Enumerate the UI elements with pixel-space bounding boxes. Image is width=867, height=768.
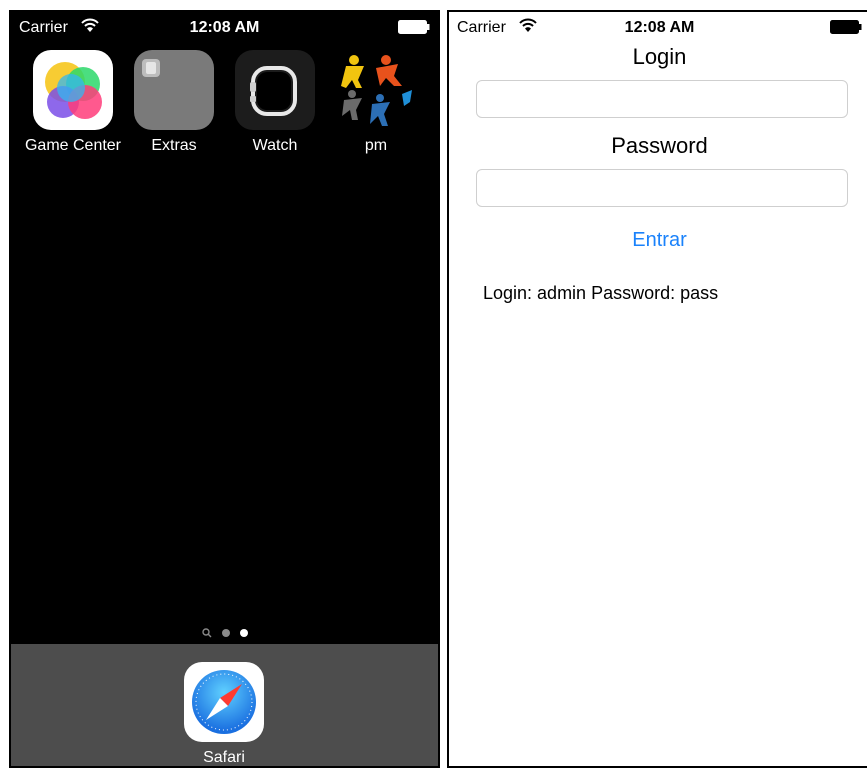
app-label: Safari	[203, 749, 245, 766]
password-input[interactable]	[476, 169, 848, 207]
game-center-icon	[33, 50, 113, 130]
app-watch[interactable]: Watch	[225, 50, 325, 155]
login-label: Login	[632, 44, 687, 69]
status-bar: Carrier 12:08 AM	[11, 12, 438, 44]
safari-compass-icon	[184, 662, 264, 742]
dock: Safari	[11, 644, 438, 766]
folder-icon	[134, 50, 214, 130]
battery-icon	[398, 20, 430, 34]
watch-icon	[235, 50, 315, 130]
app-label: pm	[364, 137, 388, 154]
app-label: Game Center	[24, 137, 122, 154]
password-label: Password	[611, 133, 708, 158]
login-screen: Carrier 12:08 AM Login Password Entrar L…	[447, 10, 867, 768]
app-safari[interactable]: Safari	[174, 662, 274, 766]
home-screen: Carrier 12:08 AM Game Center Extras Watc…	[9, 10, 440, 768]
spotlight-search-icon	[201, 628, 211, 638]
login-input[interactable]	[476, 80, 848, 118]
clock: 12:08 AM	[189, 19, 260, 36]
page-dot	[221, 629, 230, 637]
entrar-button[interactable]: Entrar	[449, 228, 867, 253]
battery-icon	[830, 20, 862, 34]
app-label: Extras	[151, 137, 197, 154]
sports-players-icon	[336, 50, 416, 130]
app-label: Watch	[252, 137, 298, 154]
app-pm[interactable]: pm	[326, 50, 426, 155]
clock: 12:08 AM	[624, 19, 695, 36]
page-dot-current	[239, 629, 248, 637]
app-extras-folder[interactable]: Extras	[124, 50, 224, 155]
credentials-hint: Login: admin Password: pass	[483, 283, 719, 303]
page-indicator[interactable]	[11, 626, 438, 640]
app-game-center[interactable]: Game Center	[23, 50, 123, 155]
status-bar: Carrier 12:08 AM	[449, 12, 867, 44]
